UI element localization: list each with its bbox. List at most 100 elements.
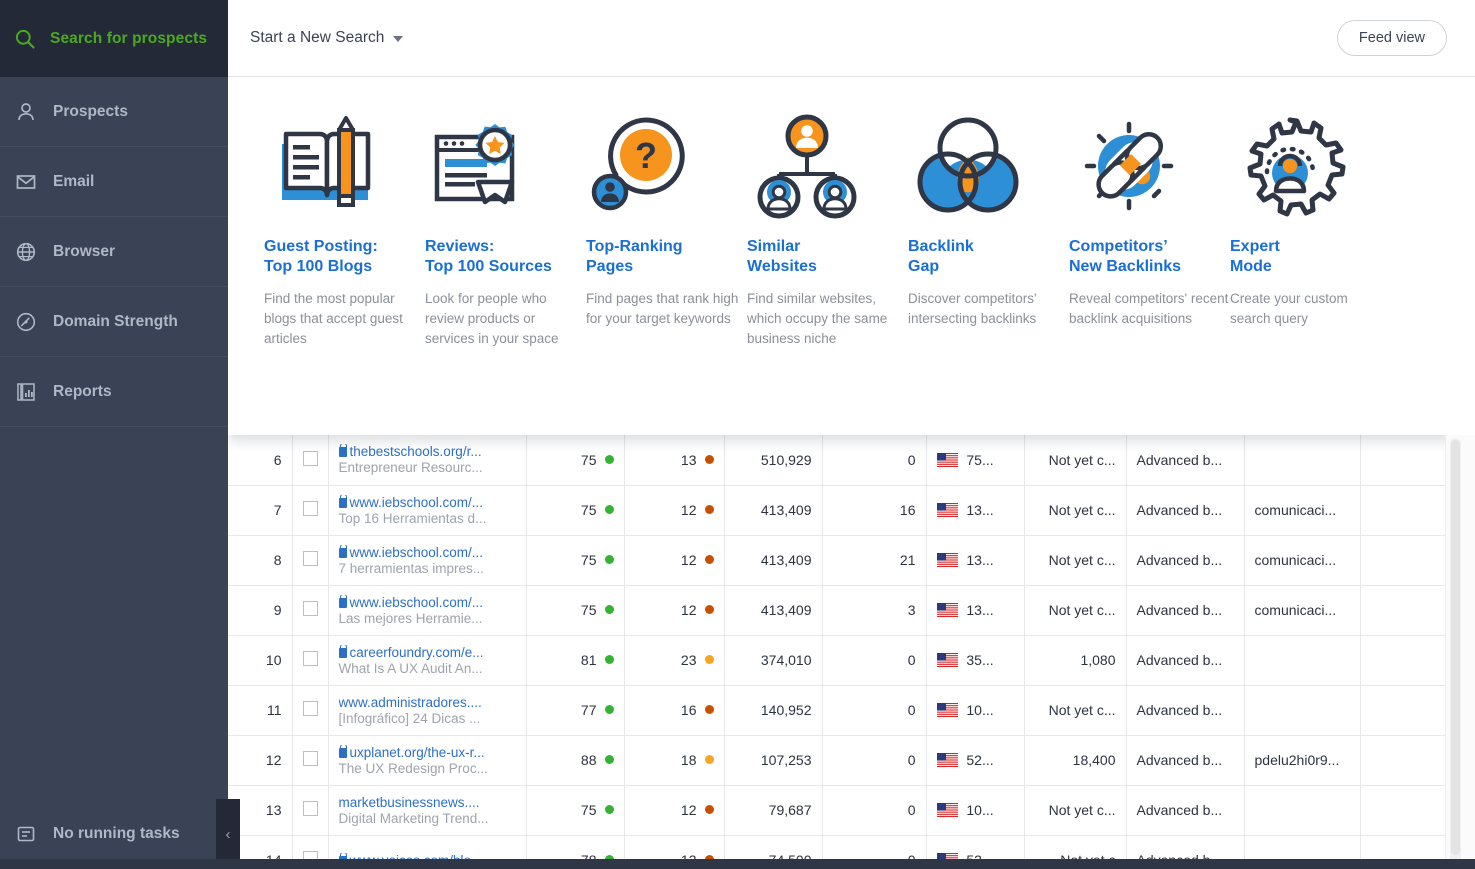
row-page-score: 12 xyxy=(624,535,725,586)
new-search-dropdown-panel: Guest Posting: Top 100 Blogs Find the mo… xyxy=(228,77,1475,435)
row-keyword: comunicaci... xyxy=(1244,485,1361,536)
row-checkbox[interactable] xyxy=(302,601,318,616)
row-checkbox[interactable] xyxy=(302,651,318,666)
search-card-reviews[interactable]: Reviews: Top 100 Sources Look for people… xyxy=(425,101,586,349)
row-url-link[interactable]: careerfoundry.com/e... xyxy=(338,644,516,660)
row-domain-score: 88 xyxy=(526,735,625,786)
score-status-dot xyxy=(604,755,614,764)
sidebar-item-reports[interactable]: Reports xyxy=(0,357,228,427)
search-card-expert-mode[interactable]: Expert Mode Create your custom search qu… xyxy=(1230,101,1391,349)
sidebar-item-label: Prospects xyxy=(53,102,128,120)
row-url-cell[interactable]: www.iebschool.com/... Las mejores Herrami… xyxy=(328,585,527,636)
search-card-similar-websites[interactable]: Similar Websites Find similar websites, … xyxy=(747,101,908,349)
card-description: Reveal competitors' recent backlink acqu… xyxy=(1069,291,1229,326)
row-url-link[interactable]: uxplanet.org/the-ux-r... xyxy=(338,744,516,760)
row-checkbox-cell[interactable] xyxy=(292,735,329,786)
row-keyword: comunicaci... xyxy=(1244,535,1361,586)
row-collected-value: Not yet c... xyxy=(1024,685,1127,736)
row-checkbox-cell[interactable] xyxy=(292,585,329,636)
table-row[interactable]: 13 marketbusinessnews.... Digital Marketin… xyxy=(228,785,1446,836)
row-index: 8 xyxy=(228,535,293,586)
row-index: 10 xyxy=(228,635,293,686)
search-card-backlink-gap[interactable]: Backlink Gap Discover competitors' inter… xyxy=(908,101,1069,349)
row-count: 0 xyxy=(822,435,927,486)
row-url-link[interactable]: www.iebschool.com/... xyxy=(338,544,516,560)
row-url-link[interactable]: www.iebschool.com/... xyxy=(338,494,516,510)
envelope-icon xyxy=(13,169,39,195)
row-checkbox[interactable] xyxy=(302,751,318,766)
row-page-score: 16 xyxy=(624,685,725,736)
row-checkbox-cell[interactable] xyxy=(292,785,329,836)
row-url-link[interactable]: www.iebschool.com/... xyxy=(338,594,516,610)
table-row[interactable]: 8 www.iebschool.com/... 7 herramientas imp… xyxy=(228,535,1446,586)
card-title: Guest Posting: Top 100 Blogs xyxy=(264,237,425,277)
row-count: 0 xyxy=(822,685,927,736)
card-title: Backlink Gap xyxy=(908,237,1069,277)
card-title-line2: Top 100 Blogs xyxy=(264,258,373,275)
user-network-icon xyxy=(747,101,908,233)
row-url-link[interactable]: www.administradores.... xyxy=(339,695,516,710)
row-traffic: 140,952 xyxy=(724,685,823,736)
row-url-link[interactable]: thebestschools.org/r... xyxy=(338,444,516,459)
row-collected-value: 18,400 xyxy=(1024,735,1127,786)
window-bottom-bar xyxy=(0,859,1475,869)
us-flag-icon xyxy=(936,753,958,767)
row-url-link[interactable]: marketbusinessnews.... xyxy=(339,795,516,810)
sidebar-item-label: Reports xyxy=(53,382,112,400)
row-checkbox-cell[interactable] xyxy=(292,435,329,486)
table-row[interactable]: 9 www.iebschool.com/... Las mejores Herram… xyxy=(228,585,1446,636)
row-extra-cell xyxy=(1360,435,1446,486)
sidebar-search-label: Search for prospects xyxy=(50,29,208,47)
row-url-cell[interactable]: www.iebschool.com/... 7 herramientas impr… xyxy=(328,535,527,586)
row-collected-value: Not yet c... xyxy=(1024,785,1127,836)
row-keyword: comunicaci... xyxy=(1244,585,1361,636)
score-status-dot xyxy=(704,805,714,814)
row-checkbox-cell[interactable] xyxy=(292,485,329,536)
row-traffic: 79,687 xyxy=(724,785,823,836)
search-card-guest-posting[interactable]: Guest Posting: Top 100 Blogs Find the mo… xyxy=(264,101,425,349)
table-row[interactable]: 6 thebestschools.org/r... Entrepreneur Res… xyxy=(228,435,1446,486)
table-row[interactable]: 7 www.iebschool.com/... Top 16 Herramienta… xyxy=(228,485,1446,536)
row-domain-score: 75 xyxy=(526,585,625,636)
row-url-cell[interactable]: www.iebschool.com/... Top 16 Herramientas… xyxy=(328,485,527,536)
row-checkbox-cell[interactable] xyxy=(292,685,329,736)
row-checkbox-cell[interactable] xyxy=(292,535,329,586)
row-checkbox[interactable] xyxy=(302,551,318,566)
row-url-cell[interactable]: www.administradores.... [Infográfico] 24 … xyxy=(328,685,527,736)
sidebar-item-browser[interactable]: Browser xyxy=(0,217,228,287)
sidebar-item-search-for-prospects[interactable]: Search for prospects xyxy=(0,0,228,77)
row-checkbox[interactable] xyxy=(302,501,318,516)
row-extra-cell xyxy=(1360,585,1446,636)
table-row[interactable]: 12 uxplanet.org/the-ux-r... The UX Redesig… xyxy=(228,735,1446,786)
us-flag-icon xyxy=(936,503,958,517)
row-country-cell: 35... xyxy=(926,635,1025,686)
card-description: Find similar websites, which occupy the … xyxy=(747,291,888,346)
score-status-dot xyxy=(704,555,714,564)
sidebar-item-prospects[interactable]: Prospects xyxy=(0,77,228,147)
row-url-cell[interactable]: marketbusinessnews.... Digital Marketing … xyxy=(328,785,527,836)
table-row[interactable]: 11 www.administradores.... [Infográfico] 2… xyxy=(228,685,1446,736)
row-url-cell[interactable]: thebestschools.org/r... Entrepreneur Reso… xyxy=(328,435,527,486)
question-bubble-icon: ? xyxy=(586,101,747,233)
start-new-search-dropdown[interactable]: Start a New Search xyxy=(250,29,404,47)
row-checkbox[interactable] xyxy=(302,450,318,466)
search-card-top-ranking-pages[interactable]: ? Top-Ranking Pages Find pages that rank… xyxy=(586,101,747,349)
card-title-line1: Top-Ranking xyxy=(586,238,683,255)
row-extra-cell xyxy=(1360,735,1446,786)
row-checkbox[interactable] xyxy=(302,701,318,716)
sidebar-item-domain-strength[interactable]: Domain Strength xyxy=(0,287,228,357)
svg-text:?: ? xyxy=(635,135,657,176)
search-card-competitors-new-backlinks[interactable]: Competitors’ New Backlinks Reveal compet… xyxy=(1069,101,1230,349)
running-tasks-label: No running tasks xyxy=(53,825,180,842)
sidebar-item-email[interactable]: Email xyxy=(0,147,228,217)
table-vertical-scrollbar[interactable] xyxy=(1450,438,1461,863)
feed-view-button[interactable]: Feed view xyxy=(1336,20,1447,56)
row-checkbox[interactable] xyxy=(302,801,318,816)
scrollbar-thumb[interactable] xyxy=(1451,440,1460,855)
row-url-cell[interactable]: uxplanet.org/the-ux-r... The UX Redesign … xyxy=(328,735,527,786)
row-url-cell[interactable]: careerfoundry.com/e... What Is A UX Audit… xyxy=(328,635,527,686)
table-row[interactable]: 10 careerfoundry.com/e... What Is A UX Aud… xyxy=(228,635,1446,686)
score-status-dot xyxy=(604,505,614,514)
card-title-line2: Pages xyxy=(586,258,634,275)
row-checkbox-cell[interactable] xyxy=(292,635,329,686)
